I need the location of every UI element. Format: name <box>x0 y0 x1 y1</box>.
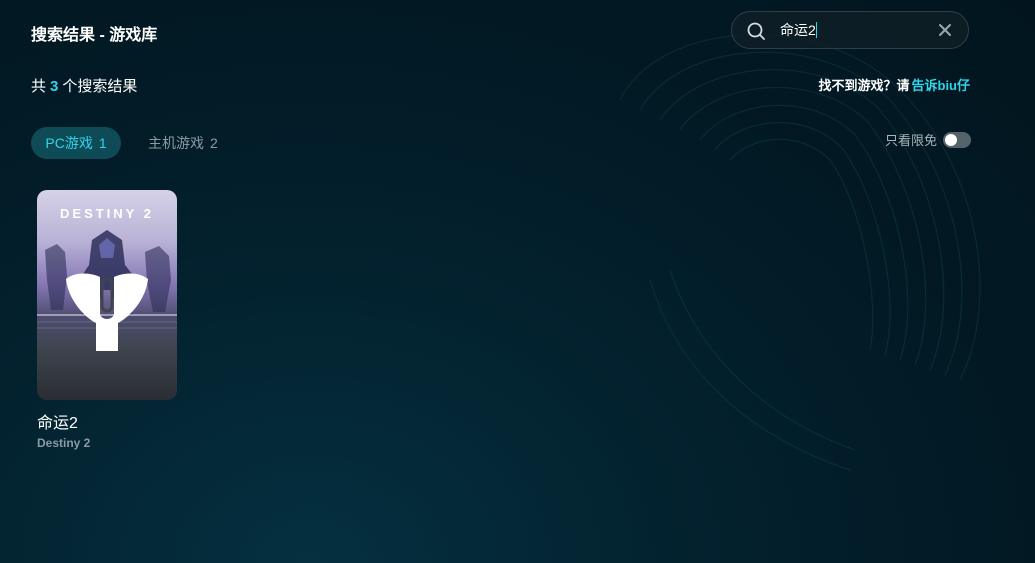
result-count: 共 3 个搜索结果 <box>31 75 137 96</box>
cover-logo-text: DESTINY 2 <box>60 206 154 221</box>
tab-console-games[interactable]: 主机游戏 2 <box>140 127 226 159</box>
close-icon[interactable] <box>938 23 952 37</box>
toggle-knob <box>945 133 957 146</box>
search-input[interactable] <box>780 20 920 40</box>
feedback-prompt: 找不到游戏？请 告诉biu仔 <box>818 75 970 94</box>
result-count-suffix: 个搜索结果 <box>62 78 138 95</box>
free-only-filter: 只看限免 <box>885 130 971 149</box>
destiny-emblem-icon <box>66 273 148 351</box>
result-count-prefix: 共 <box>31 78 47 95</box>
game-cover-image[interactable]: DESTINY 2 <box>37 190 177 400</box>
tab-count: 1 <box>98 135 107 151</box>
game-card[interactable]: DESTINY 2 命运2 Destiny 2 <box>37 190 177 450</box>
text-caret <box>816 22 817 38</box>
feedback-link[interactable]: 告诉biu仔 <box>912 78 971 93</box>
search-icon[interactable] <box>746 21 766 41</box>
free-only-label: 只看限免 <box>884 133 937 148</box>
result-count-number: 3 <box>50 78 59 95</box>
feedback-text: 找不到游戏？请 <box>818 78 910 93</box>
tab-label: PC游戏 <box>45 135 93 151</box>
free-only-toggle[interactable] <box>943 131 971 148</box>
tab-label: 主机游戏 <box>148 135 204 151</box>
game-subtitle: Destiny 2 <box>37 436 91 450</box>
page-title: 搜索结果 - 游戏库 <box>31 27 158 44</box>
game-title[interactable]: 命运2 <box>37 409 177 433</box>
tab-count: 2 <box>210 135 218 151</box>
search-bar[interactable] <box>731 11 969 49</box>
tab-pc-games[interactable]: PC游戏 1 <box>31 127 121 159</box>
